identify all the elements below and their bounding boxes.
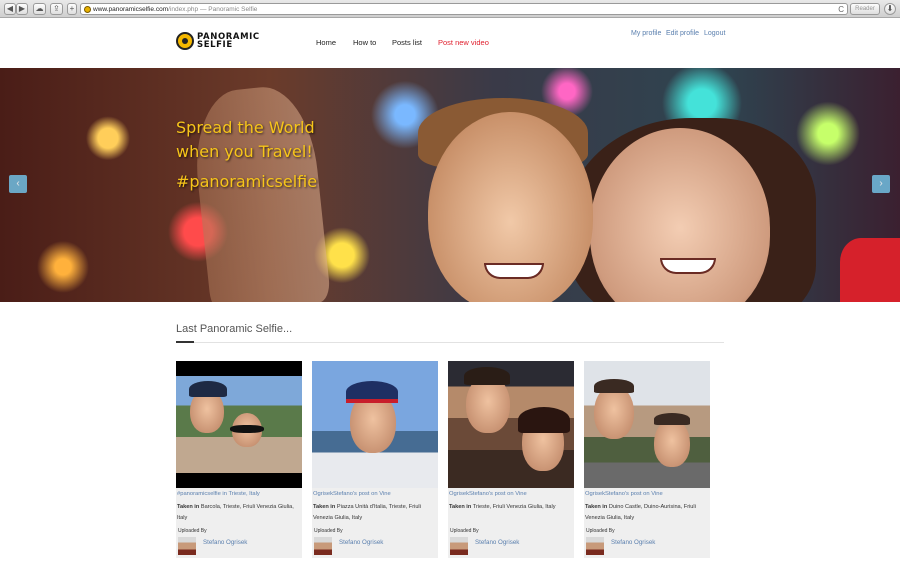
url-domain: www.panoramicselfie.com [93,6,169,13]
selfie-card[interactable]: OgrisekStefano's post on Vine Taken in D… [584,361,710,558]
section-divider [176,342,724,343]
nav-edit-profile[interactable]: Edit profile [666,30,699,37]
uploader-name[interactable]: Stefano Ogrisek [475,539,519,546]
selfie-card[interactable]: OgrisekStefano's post on Vine Taken in T… [448,361,574,558]
share-icon[interactable]: ⇪ [50,3,63,15]
icloud-icon[interactable]: ☁ [33,3,46,15]
address-bar[interactable]: www.panoramicselfie.com/index.php — Pano… [80,3,848,15]
nav-home[interactable]: Home [316,38,336,47]
downloads-icon[interactable]: ⬇ [884,3,896,15]
logo-text-bottom: SELFIE [197,40,233,50]
card-title[interactable]: #panoramicselfie in Trieste, Italy [177,491,302,497]
hero-headline-2: when you Travel! [176,142,313,161]
nav-how-to[interactable]: How to [353,38,376,47]
card-location: Taken in Barcola, Trieste, Friuli Venezi… [177,504,294,521]
favicon-icon [84,6,91,13]
avatar[interactable] [314,537,332,555]
browser-toolbar: ◀ ▶ ☁ ⇪ + www.panoramicselfie.com/index.… [0,0,900,18]
uploaded-by-label: Uploaded By [178,528,207,534]
uploaded-by-label: Uploaded By [586,528,615,534]
selfie-thumbnail[interactable] [312,361,438,488]
card-location: Taken in Duino Castle, Duino-Aurisina, F… [585,504,696,521]
selfie-card[interactable]: #panoramicselfie in Trieste, Italy Taken… [176,361,302,558]
card-location: Taken in Piazza Unità d'Italia, Trieste,… [313,504,421,521]
reader-button[interactable]: Reader [850,3,880,15]
back-button[interactable]: ◀ [4,3,16,15]
selfie-thumbnail[interactable] [176,361,302,488]
carousel-prev-button[interactable]: ‹ [9,175,27,193]
nav-posts-list[interactable]: Posts list [392,38,422,47]
hero-hashtag: #panoramicselfie [176,172,318,191]
hero-carousel [0,68,900,302]
card-title[interactable]: OgrisekStefano's post on Vine [313,491,438,497]
uploaded-by-label: Uploaded By [314,528,343,534]
uploader-name[interactable]: Stefano Ogrisek [203,539,247,546]
card-location: Taken in Trieste, Friuli Venezia Giulia,… [449,504,556,510]
section-title: Last Panoramic Selfie... [176,323,293,335]
nav-post-new-video[interactable]: Post new video [438,38,489,47]
avatar[interactable] [178,537,196,555]
card-title[interactable]: OgrisekStefano's post on Vine [585,491,710,497]
avatar[interactable] [586,537,604,555]
hero-headline-1: Spread the World [176,118,315,137]
forward-button[interactable]: ▶ [16,3,28,15]
uploaded-by-label: Uploaded By [450,528,479,534]
nav-logout[interactable]: Logout [704,30,725,37]
logo-mark-icon [176,32,194,50]
selfie-thumbnail[interactable] [448,361,574,488]
site-logo[interactable]: PANORAMIC SELFIE [176,30,260,52]
reload-icon[interactable]: C [838,4,844,14]
nav-my-profile[interactable]: My profile [631,30,661,37]
uploader-name[interactable]: Stefano Ogrisek [611,539,655,546]
selfie-card[interactable]: OgrisekStefano's post on Vine Taken in P… [312,361,438,558]
selfie-thumbnail[interactable] [584,361,710,488]
carousel-next-button[interactable]: › [872,175,890,193]
avatar[interactable] [450,537,468,555]
url-path-title: /index.php — Panoramic Selfie [168,6,258,13]
card-title[interactable]: OgrisekStefano's post on Vine [449,491,574,497]
uploader-name[interactable]: Stefano Ogrisek [339,539,383,546]
new-tab-button[interactable]: + [67,3,77,15]
